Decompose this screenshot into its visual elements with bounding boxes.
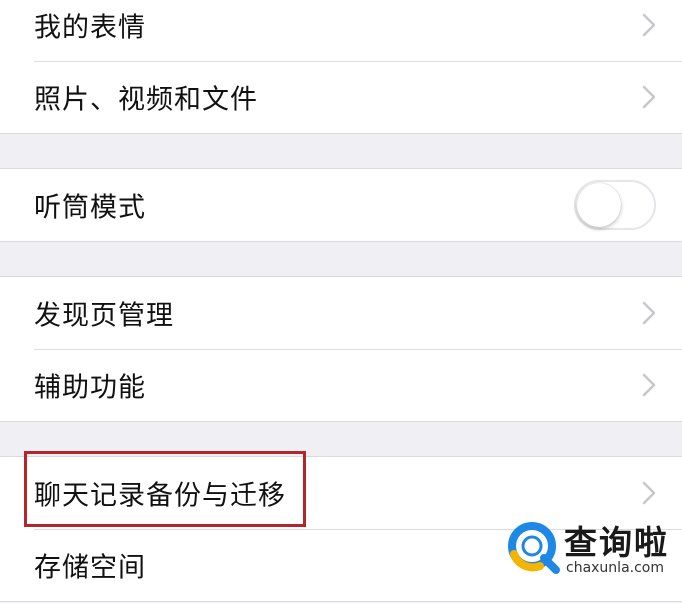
earpiece-mode-toggle[interactable] (574, 180, 656, 230)
chevron-right-icon (642, 13, 656, 37)
magnifier-logo-icon (508, 522, 560, 574)
row-my-stickers[interactable]: 我的表情 (0, 0, 682, 61)
row-photos-videos-files[interactable]: 照片、视频和文件 (0, 61, 682, 133)
row-label: 聊天记录备份与迁移 (34, 480, 286, 512)
chevron-right-icon (642, 85, 656, 109)
settings-section-1: 我的表情 照片、视频和文件 (0, 0, 682, 134)
row-label: 存储空间 (34, 552, 146, 584)
row-label: 我的表情 (34, 12, 146, 44)
row-label: 照片、视频和文件 (34, 84, 258, 116)
watermark-title: 查询啦 (564, 523, 669, 562)
row-discover-management[interactable]: 发现页管理 (0, 277, 682, 349)
chevron-right-icon (642, 373, 656, 397)
row-label: 发现页管理 (34, 300, 174, 332)
toggle-knob (577, 183, 621, 227)
watermark-url: chaxunla.com (566, 560, 664, 576)
watermark: 查询啦 chaxunla.com (506, 516, 676, 586)
row-label: 听筒模式 (34, 192, 146, 224)
settings-section-2: 听筒模式 (0, 168, 682, 242)
chevron-right-icon (642, 301, 656, 325)
row-accessibility[interactable]: 辅助功能 (0, 349, 682, 421)
chevron-right-icon (642, 481, 656, 505)
row-earpiece-mode: 听筒模式 (0, 169, 682, 241)
row-label: 辅助功能 (34, 372, 146, 404)
settings-section-3: 发现页管理 辅助功能 (0, 276, 682, 422)
